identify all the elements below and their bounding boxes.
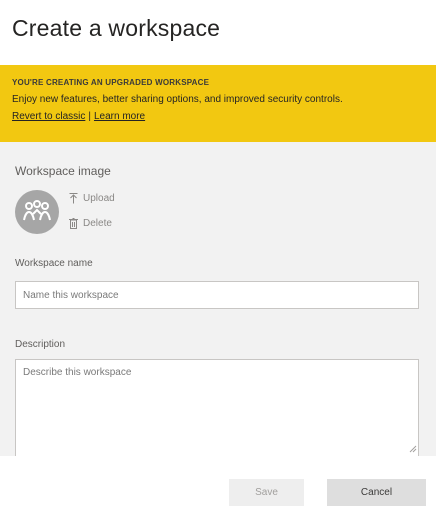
delete-button[interactable]: Delete xyxy=(69,218,112,229)
workspace-form: Workspace image Upload Delete Workspace … xyxy=(0,142,436,456)
banner-heading: You're creating an upgraded workspace xyxy=(12,78,210,87)
people-network-icon xyxy=(23,200,51,221)
link-separator: | xyxy=(88,111,91,122)
cancel-button[interactable]: Cancel xyxy=(327,479,426,506)
trash-icon xyxy=(69,218,78,229)
workspace-image-label: Workspace image xyxy=(15,164,111,178)
delete-label: Delete xyxy=(83,218,112,229)
learn-more-link[interactable]: Learn more xyxy=(94,111,145,122)
banner-text: Enjoy new features, better sharing optio… xyxy=(12,94,343,105)
revert-to-classic-link[interactable]: Revert to classic xyxy=(12,111,85,122)
upload-icon xyxy=(69,193,78,204)
banner-links: Revert to classic | Learn more xyxy=(12,109,424,124)
workspace-name-input[interactable] xyxy=(15,281,419,309)
description-textarea[interactable] xyxy=(15,359,419,456)
save-button[interactable]: Save xyxy=(229,479,304,506)
resize-grip-icon[interactable] xyxy=(408,444,417,453)
description-label: Description xyxy=(15,339,66,350)
upgrade-banner: You're creating an upgraded workspace En… xyxy=(0,65,436,142)
create-workspace-dialog: Create a workspace You're creating an up… xyxy=(0,0,436,512)
upload-label: Upload xyxy=(83,193,115,204)
dialog-title: Create a workspace xyxy=(12,15,221,41)
workspace-avatar xyxy=(15,190,59,234)
workspace-name-label: Workspace name xyxy=(15,258,93,269)
upload-button[interactable]: Upload xyxy=(69,193,115,204)
